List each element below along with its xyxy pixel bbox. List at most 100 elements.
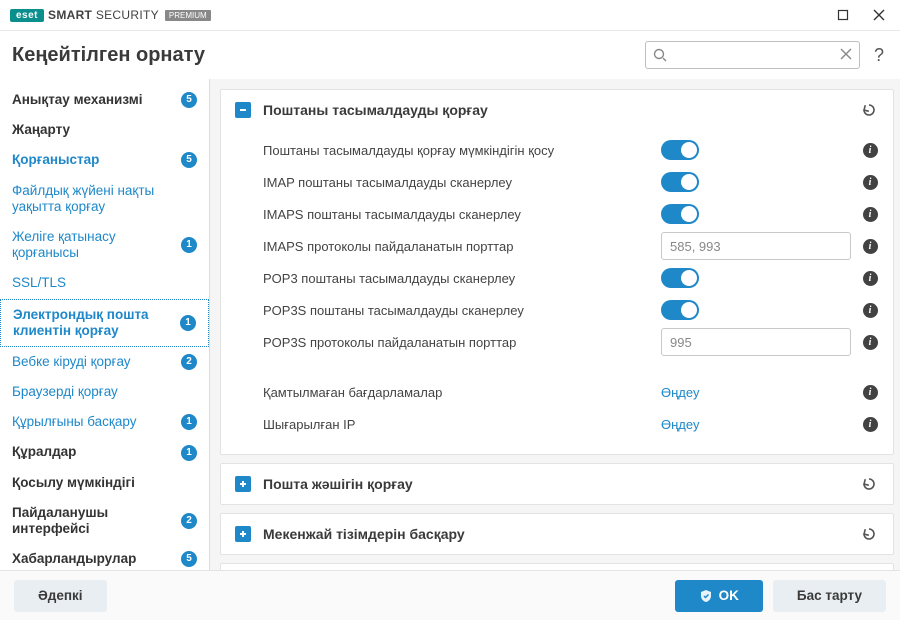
sidebar-item-5[interactable]: SSL/TLS bbox=[0, 268, 209, 298]
sidebar-item-3[interactable]: Файлдық жүйені нақты уақытта қорғау bbox=[0, 176, 209, 222]
toggle-switch[interactable] bbox=[661, 268, 699, 288]
panel-header[interactable]: Мекенжай тізімдерін басқару bbox=[221, 514, 893, 554]
badge: 5 bbox=[181, 92, 197, 108]
edit-link[interactable]: Өңдеу bbox=[661, 385, 699, 400]
sidebar-item-label: Пайдаланушы интерфейсі bbox=[12, 505, 175, 537]
revert-icon[interactable] bbox=[859, 100, 879, 120]
content-area: Поштаны тасымалдауды қорғау Поштаны тасы… bbox=[210, 79, 900, 570]
sidebar-item-13[interactable]: Хабарландырулар 5 bbox=[0, 544, 209, 570]
sidebar-item-label: SSL/TLS bbox=[12, 275, 197, 291]
clear-search-icon[interactable] bbox=[839, 47, 853, 66]
sidebar-item-7[interactable]: Вебке кіруді қорғау 2 bbox=[0, 347, 209, 377]
setting-row: IMAPS протоколы пайдаланатын порттар i bbox=[263, 230, 879, 262]
ports-input[interactable] bbox=[661, 328, 851, 356]
toggle-switch[interactable] bbox=[661, 300, 699, 320]
sidebar-item-label: Браузерді қорғау bbox=[12, 384, 197, 400]
sidebar-item-label: Құрылғыны басқару bbox=[12, 414, 175, 430]
setting-row: POP3 поштаны тасымалдауды сканерлеу i bbox=[263, 262, 879, 294]
badge: 5 bbox=[181, 152, 197, 168]
toggle-switch[interactable] bbox=[661, 140, 699, 160]
info-icon[interactable]: i bbox=[861, 383, 879, 401]
page-header: Кеңейтілген орнату ? bbox=[0, 31, 900, 79]
default-button[interactable]: Әдепкі bbox=[14, 580, 107, 612]
shield-icon bbox=[699, 589, 713, 603]
sidebar-item-0[interactable]: Анықтау механизмі 5 bbox=[0, 85, 209, 115]
expand-icon bbox=[235, 526, 251, 542]
brand-text: SMART SECURITY bbox=[48, 8, 159, 22]
sidebar-item-label: Файлдық жүйені нақты уақытта қорғау bbox=[12, 183, 197, 215]
help-button[interactable]: ? bbox=[870, 45, 888, 66]
sidebar-item-label: Электрондық пошта клиентін қорғау bbox=[13, 307, 174, 339]
sidebar-item-10[interactable]: Құралдар1 bbox=[0, 437, 209, 467]
ports-input[interactable] bbox=[661, 232, 851, 260]
sidebar: Анықтау механизмі 5 Жаңарту Қорғаныстар 5 Фай… bbox=[0, 79, 210, 570]
sidebar-item-label: Қорғаныстар bbox=[12, 152, 175, 168]
panel-header[interactable]: Поштаны тасымалдауды қорғау bbox=[221, 90, 893, 130]
setting-row: POP3S поштаны тасымалдауды сканерлеу i bbox=[263, 294, 879, 326]
search-input[interactable] bbox=[672, 48, 835, 63]
toggle-switch[interactable] bbox=[661, 204, 699, 224]
sidebar-item-label: Хабарландырулар bbox=[12, 551, 175, 567]
badge: 1 bbox=[181, 414, 197, 430]
brand: eset SMART SECURITY PREMIUM bbox=[10, 8, 211, 22]
sidebar-item-4[interactable]: Желіге қатынасу қорғанысы 1 bbox=[0, 222, 209, 268]
sidebar-item-label: Желіге қатынасу қорғанысы bbox=[12, 229, 175, 261]
sidebar-item-label: Қосылу мүмкіндігі bbox=[12, 475, 197, 491]
badge: 1 bbox=[181, 445, 197, 461]
badge: 1 bbox=[180, 315, 196, 331]
brand-tag: PREMIUM bbox=[165, 10, 211, 21]
setting-label: IMAP поштаны тасымалдауды сканерлеу bbox=[263, 175, 651, 190]
sidebar-item-11[interactable]: Қосылу мүмкіндігі bbox=[0, 468, 209, 498]
footer: Әдепкі OK Бас тарту bbox=[0, 570, 900, 620]
edit-link[interactable]: Өңдеу bbox=[661, 417, 699, 432]
info-icon[interactable]: i bbox=[861, 301, 879, 319]
ok-button[interactable]: OK bbox=[675, 580, 763, 612]
badge: 1 bbox=[181, 237, 197, 253]
sidebar-item-1[interactable]: Жаңарту bbox=[0, 115, 209, 145]
sidebar-item-9[interactable]: Құрылғыны басқару 1 bbox=[0, 407, 209, 437]
setting-label: POP3S протоколы пайдаланатын порттар bbox=[263, 335, 651, 350]
sidebar-item-label: Анықтау механизмі bbox=[12, 92, 175, 108]
info-icon[interactable]: i bbox=[861, 237, 879, 255]
window-maximize-button[interactable] bbox=[828, 3, 858, 27]
panel-header[interactable]: Пошта жәшігін қорғау bbox=[221, 464, 893, 504]
toggle-switch[interactable] bbox=[661, 172, 699, 192]
setting-label: IMAPS поштаны тасымалдауды сканерлеу bbox=[263, 207, 651, 222]
cancel-button[interactable]: Бас тарту bbox=[773, 580, 886, 612]
setting-label: IMAPS протоколы пайдаланатын порттар bbox=[263, 239, 651, 254]
setting-label: Поштаны тасымалдауды қорғау мүмкіндігін … bbox=[263, 143, 651, 158]
setting-label: POP3S поштаны тасымалдауды сканерлеу bbox=[263, 303, 651, 318]
info-icon[interactable]: i bbox=[861, 173, 879, 191]
setting-label: Шығарылған IP bbox=[263, 417, 651, 432]
sidebar-item-2[interactable]: Қорғаныстар 5 bbox=[0, 145, 209, 175]
info-icon[interactable]: i bbox=[861, 415, 879, 433]
expand-icon bbox=[235, 476, 251, 492]
sidebar-item-label: Жаңарту bbox=[12, 122, 197, 138]
setting-label: Қамтылмаған бағдарламалар bbox=[263, 385, 651, 400]
sidebar-item-8[interactable]: Браузерді қорғау bbox=[0, 377, 209, 407]
panel-title: Мекенжай тізімдерін басқару bbox=[263, 526, 847, 542]
info-icon[interactable]: i bbox=[861, 205, 879, 223]
collapse-icon bbox=[235, 102, 251, 118]
info-icon[interactable]: i bbox=[861, 141, 879, 159]
sidebar-item-12[interactable]: Пайдаланушы интерфейсі 2 bbox=[0, 498, 209, 544]
badge: 2 bbox=[181, 354, 197, 370]
sidebar-item-6[interactable]: Электрондық пошта клиентін қорғау 1 bbox=[0, 299, 209, 347]
search-input-wrap[interactable] bbox=[645, 41, 860, 69]
window-close-button[interactable] bbox=[864, 3, 894, 27]
sidebar-item-label: Вебке кіруді қорғау bbox=[12, 354, 175, 370]
titlebar: eset SMART SECURITY PREMIUM bbox=[0, 0, 900, 30]
revert-icon[interactable] bbox=[859, 524, 879, 544]
revert-icon[interactable] bbox=[859, 474, 879, 494]
setting-row: IMAP поштаны тасымалдауды сканерлеу i bbox=[263, 166, 879, 198]
panel-title: Поштаны тасымалдауды қорғау bbox=[263, 102, 847, 118]
info-icon[interactable]: i bbox=[861, 269, 879, 287]
badge: 5 bbox=[181, 551, 197, 567]
setting-row: Поштаны тасымалдауды қорғау мүмкіндігін … bbox=[263, 134, 879, 166]
setting-label: POP3 поштаны тасымалдауды сканерлеу bbox=[263, 271, 651, 286]
panel-title: Пошта жәшігін қорғау bbox=[263, 476, 847, 492]
panel-mail-transport-protection: Поштаны тасымалдауды қорғау Поштаны тасы… bbox=[220, 89, 894, 455]
badge: 2 bbox=[181, 513, 197, 529]
panel-header[interactable]: ThreatSense bbox=[221, 564, 893, 570]
info-icon[interactable]: i bbox=[861, 333, 879, 351]
